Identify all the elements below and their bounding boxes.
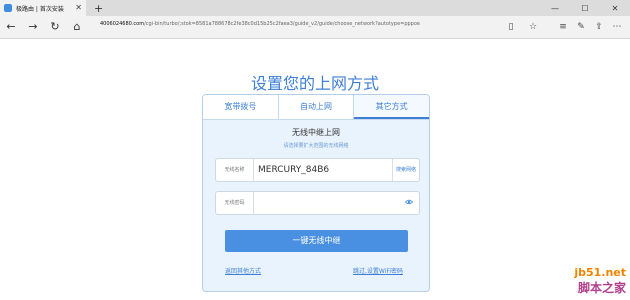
watermark-name: 脚本之家 bbox=[577, 281, 626, 295]
address-toolbar: ← → ↻ ⌂ 4006024680.com/cgi-bin/turbo/;st… bbox=[0, 16, 630, 39]
relay-heading: 无线中继上网 bbox=[292, 128, 340, 137]
new-tab-button[interactable]: + bbox=[94, 2, 103, 15]
url-domain: 4006024680.com bbox=[100, 21, 145, 27]
share-icon[interactable]: ⇪ bbox=[592, 20, 606, 34]
tab-other[interactable]: 其它方式 bbox=[354, 95, 429, 119]
connection-tabs: 宽带拨号 自动上网 其它方式 bbox=[203, 95, 429, 120]
watermark-domain: jb51.net bbox=[574, 266, 626, 279]
hub-menu-icon[interactable]: ≡ bbox=[556, 20, 570, 34]
browser-tab[interactable]: 极路由 | 首次安装 ✕ bbox=[0, 0, 86, 16]
back-arrow-icon[interactable]: ← bbox=[4, 20, 18, 34]
password-field[interactable]: 无线密码 bbox=[215, 191, 420, 215]
tab-pppoe[interactable]: 宽带拨号 bbox=[203, 95, 279, 119]
browser-tab-title: 极路由 | 首次安装 bbox=[16, 5, 64, 13]
search-network-button[interactable]: 搜索网络 bbox=[392, 159, 419, 181]
ssid-label: 无线名称 bbox=[216, 159, 254, 181]
address-field[interactable]: 4006024680.com/cgi-bin/turbo/;stok=8581a… bbox=[100, 21, 420, 27]
skip-set-wifi-password-link[interactable]: 跳过,设置WiFi密码 bbox=[353, 266, 403, 275]
one-click-relay-button[interactable]: 一键无线中继 bbox=[225, 230, 408, 252]
web-note-icon[interactable]: ✎ bbox=[574, 20, 588, 34]
refresh-icon[interactable]: ↻ bbox=[48, 20, 62, 34]
window-close-icon[interactable]: ✕ bbox=[600, 0, 630, 16]
forward-arrow-icon[interactable]: → bbox=[26, 20, 40, 34]
maximize-icon[interactable]: ☐ bbox=[570, 0, 600, 16]
site-watermark: jb51.net 脚本之家 bbox=[574, 266, 626, 296]
browser-tab-bar: 极路由 | 首次安装 ✕ + — ☐ ✕ bbox=[0, 0, 630, 16]
minimize-icon[interactable]: — bbox=[540, 0, 570, 16]
relay-subheading: 请选择要扩大范围的无线网络 bbox=[283, 143, 349, 149]
reading-view-icon[interactable]: ▯ bbox=[504, 20, 518, 34]
favorite-star-icon[interactable]: ☆ bbox=[526, 20, 540, 34]
setup-panel: 宽带拨号 自动上网 其它方式 无线中继上网 请选择要扩大范围的无线网络 无线名称… bbox=[202, 94, 430, 292]
router-favicon-icon bbox=[4, 4, 12, 12]
password-label: 无线密码 bbox=[216, 192, 254, 214]
ssid-value[interactable]: MERCURY_84B6 bbox=[258, 159, 329, 181]
back-to-other-methods-link[interactable]: 返回其他方式 bbox=[225, 266, 261, 275]
tab-dhcp[interactable]: 自动上网 bbox=[279, 95, 355, 119]
close-tab-icon[interactable]: ✕ bbox=[75, 3, 82, 12]
ssid-field[interactable]: 无线名称 MERCURY_84B6 搜索网络 bbox=[215, 158, 420, 182]
show-password-eye-icon[interactable] bbox=[405, 198, 413, 206]
page-title: 设置您的上网方式 bbox=[250, 74, 379, 93]
more-menu-icon[interactable]: ⋯ bbox=[610, 20, 624, 34]
url-path: /cgi-bin/turbo/;stok=8581a788678c2fe38c0… bbox=[144, 21, 420, 27]
home-icon[interactable]: ⌂ bbox=[70, 20, 84, 34]
